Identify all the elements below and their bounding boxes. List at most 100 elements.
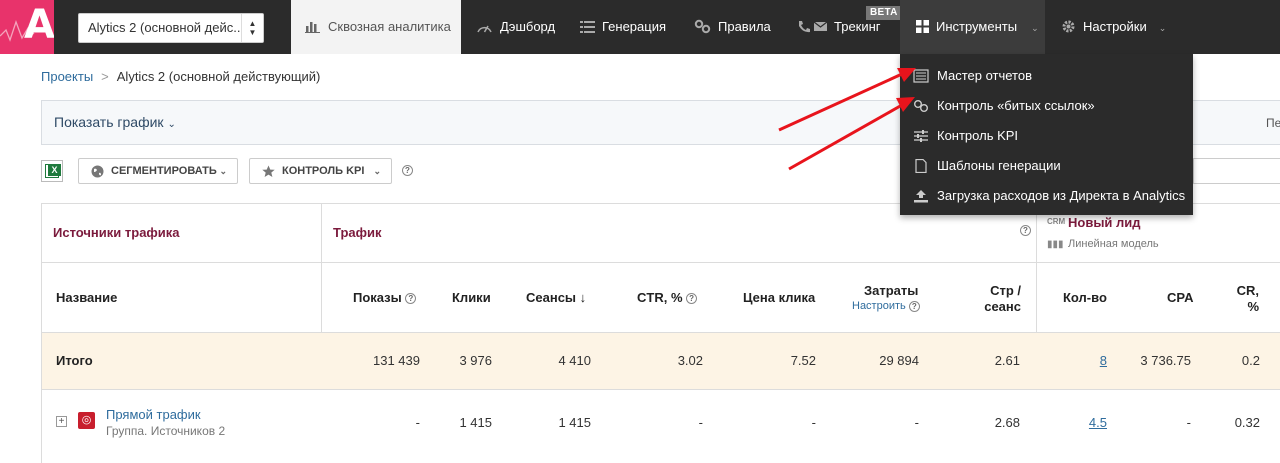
help-icon[interactable]: ? [908,300,920,312]
menu-item-label: Мастер отчетов [937,68,1032,83]
help-icon[interactable]: ? [1020,225,1031,236]
total-cpa: 3 736.75 [1140,353,1191,368]
total-clicks: 3 976 [459,353,492,368]
menu-item-direct-costs-upload[interactable]: Загрузка расходов из Директа в Analytics [900,181,1193,211]
gears-icon [694,19,711,34]
gauge-icon [477,25,492,33]
project-select[interactable]: Alytics 2 (основной дейс... ▲ ▼ [78,13,264,43]
sliders-icon [914,130,928,142]
menu-item-label: Контроль KPI [937,128,1019,143]
tab-label: Трекинг [834,19,881,34]
breadcrumb-current: Alytics 2 (основной действующий) [116,69,321,84]
excel-export-button[interactable]: X [41,160,63,182]
total-costs: 29 894 [879,353,919,368]
panel-right-text[interactable]: Пе [1266,116,1280,130]
menu-item-label: Контроль «битых ссылок» [937,98,1095,113]
kpi-control-button[interactable]: КОНТРОЛЬ KPI ⌄ [249,158,392,184]
chevron-down-icon: ⌄ [1158,23,1167,33]
column-header-clicks[interactable]: Клики [452,290,491,305]
beta-badge: BETA [866,6,902,20]
bar-chart-icon [305,22,320,34]
gear-icon [1062,20,1075,33]
help-icon[interactable]: ? [402,165,413,176]
group-header-traffic: Трафик [333,225,382,240]
total-row-label: Итого [56,353,93,368]
crm-tag: CRM [1047,217,1066,226]
document-icon [915,159,927,173]
tab-cross-analytics[interactable]: Сквозная аналитика [291,0,461,54]
phone-mail-icon [799,21,827,33]
grid-icon [916,20,929,34]
column-header-pages-per-session-line2: сеанс [984,299,1021,314]
menu-item-generation-templates[interactable]: Шаблоны генерации [900,151,1193,181]
expand-plus-icon[interactable]: + [56,416,67,427]
tab-settings[interactable]: Настройки ⌄ [1061,0,1181,54]
row-impressions: - [415,415,420,430]
column-header-cpa[interactable]: CPA [1167,290,1193,305]
globe-icon [91,165,104,178]
tab-generation[interactable]: Генерация [580,0,680,54]
row-name-link[interactable]: Прямой трафик [106,407,201,422]
help-icon[interactable]: ? [405,293,417,305]
row-sessions: 1 415 [558,415,591,430]
column-header-ctr[interactable]: CTR, % ? [637,290,698,305]
total-count-link[interactable]: 8 [1075,353,1107,368]
upload-icon [914,190,928,203]
row-cr: 0.32 [1234,415,1260,430]
direct-traffic-icon: ◎ [78,412,95,429]
total-sessions: 4 410 [558,353,591,368]
column-header-count[interactable]: Кол-во [1063,290,1107,305]
row-group-subtitle: Группа. Источников 2 [106,424,226,438]
segment-button[interactable]: СЕГМЕНТИРОВАТЬ ⌄ [78,158,238,184]
row-cpc: - [811,415,816,430]
total-pages-per-session: 2.61 [994,353,1020,368]
costs-configure-link[interactable]: Настроить ? [852,300,920,312]
attribution-model-label: Линейная модель [1068,238,1159,250]
chain-link-icon [914,100,928,112]
column-header-impressions[interactable]: Показы ? [353,290,417,305]
row-cpa: - [1186,415,1191,430]
tab-label: Правила [718,19,771,34]
row-clicks: 1 415 [459,415,492,430]
row-pages-per-session: 2.68 [994,415,1020,430]
show-chart-label: Показать график [54,114,164,130]
column-header-name[interactable]: Название [56,290,117,305]
column-header-cpc[interactable]: Цена клика [743,290,815,305]
star-icon [262,165,275,177]
total-cr: 0.2 [1241,353,1260,368]
menu-item-report-master[interactable]: Мастер отчетов [900,61,1193,91]
menu-item-label: Загрузка расходов из Директа в Analytics [937,188,1186,203]
breadcrumb-projects-link[interactable]: Проекты [41,69,93,84]
excel-icon: X [48,164,61,176]
show-chart-toggle[interactable]: Показать график ⌄ [54,114,176,130]
column-header-costs[interactable]: Затраты [864,283,918,298]
menu-item-kpi-control[interactable]: Контроль KPI [900,121,1193,151]
total-impressions: 131 439 [373,353,420,368]
menu-item-label: Шаблоны генерации [937,158,1061,173]
analytics-table: Источники трафика Трафик ? CRM Новый лид… [41,203,1280,463]
table-search-input[interactable] [1193,158,1280,184]
segment-button-label: СЕГМЕНТИРОВАТЬ [111,165,217,177]
column-header-cr-line2: % [1247,299,1259,314]
chevron-down-icon: ⌄ [167,119,176,130]
column-header-pages-per-session[interactable]: Стр / [971,283,1021,298]
menu-item-broken-links[interactable]: Контроль «битых ссылок» [900,91,1193,121]
help-icon[interactable]: ? [686,293,698,305]
list-icon [580,21,595,34]
kpi-control-button-label: КОНТРОЛЬ KPI [282,165,365,177]
tab-rules[interactable]: Правила [694,0,784,54]
top-navigation-bar: A Alytics 2 (основной дейс... ▲ ▼ Сквозна… [0,0,1280,54]
column-header-sessions[interactable]: Сеансы ↓ [526,290,586,305]
chevron-down-icon: ⌄ [373,166,381,176]
bar-chart-icon: ▮▮▮ [1047,239,1064,250]
row-count-link[interactable]: 4.5 [1075,415,1107,430]
column-header-cr[interactable]: CR, [1231,283,1259,298]
total-ctr: 3.02 [677,353,703,368]
row-ctr: - [698,415,703,430]
logo-letter: A [24,2,54,48]
row-costs: - [914,415,919,430]
app-logo[interactable]: A [0,0,54,54]
tab-dashboard[interactable]: Дэшборд [476,0,566,54]
tab-tools[interactable]: Инструменты ⌄ [900,0,1045,54]
total-cpc: 7.52 [790,353,816,368]
